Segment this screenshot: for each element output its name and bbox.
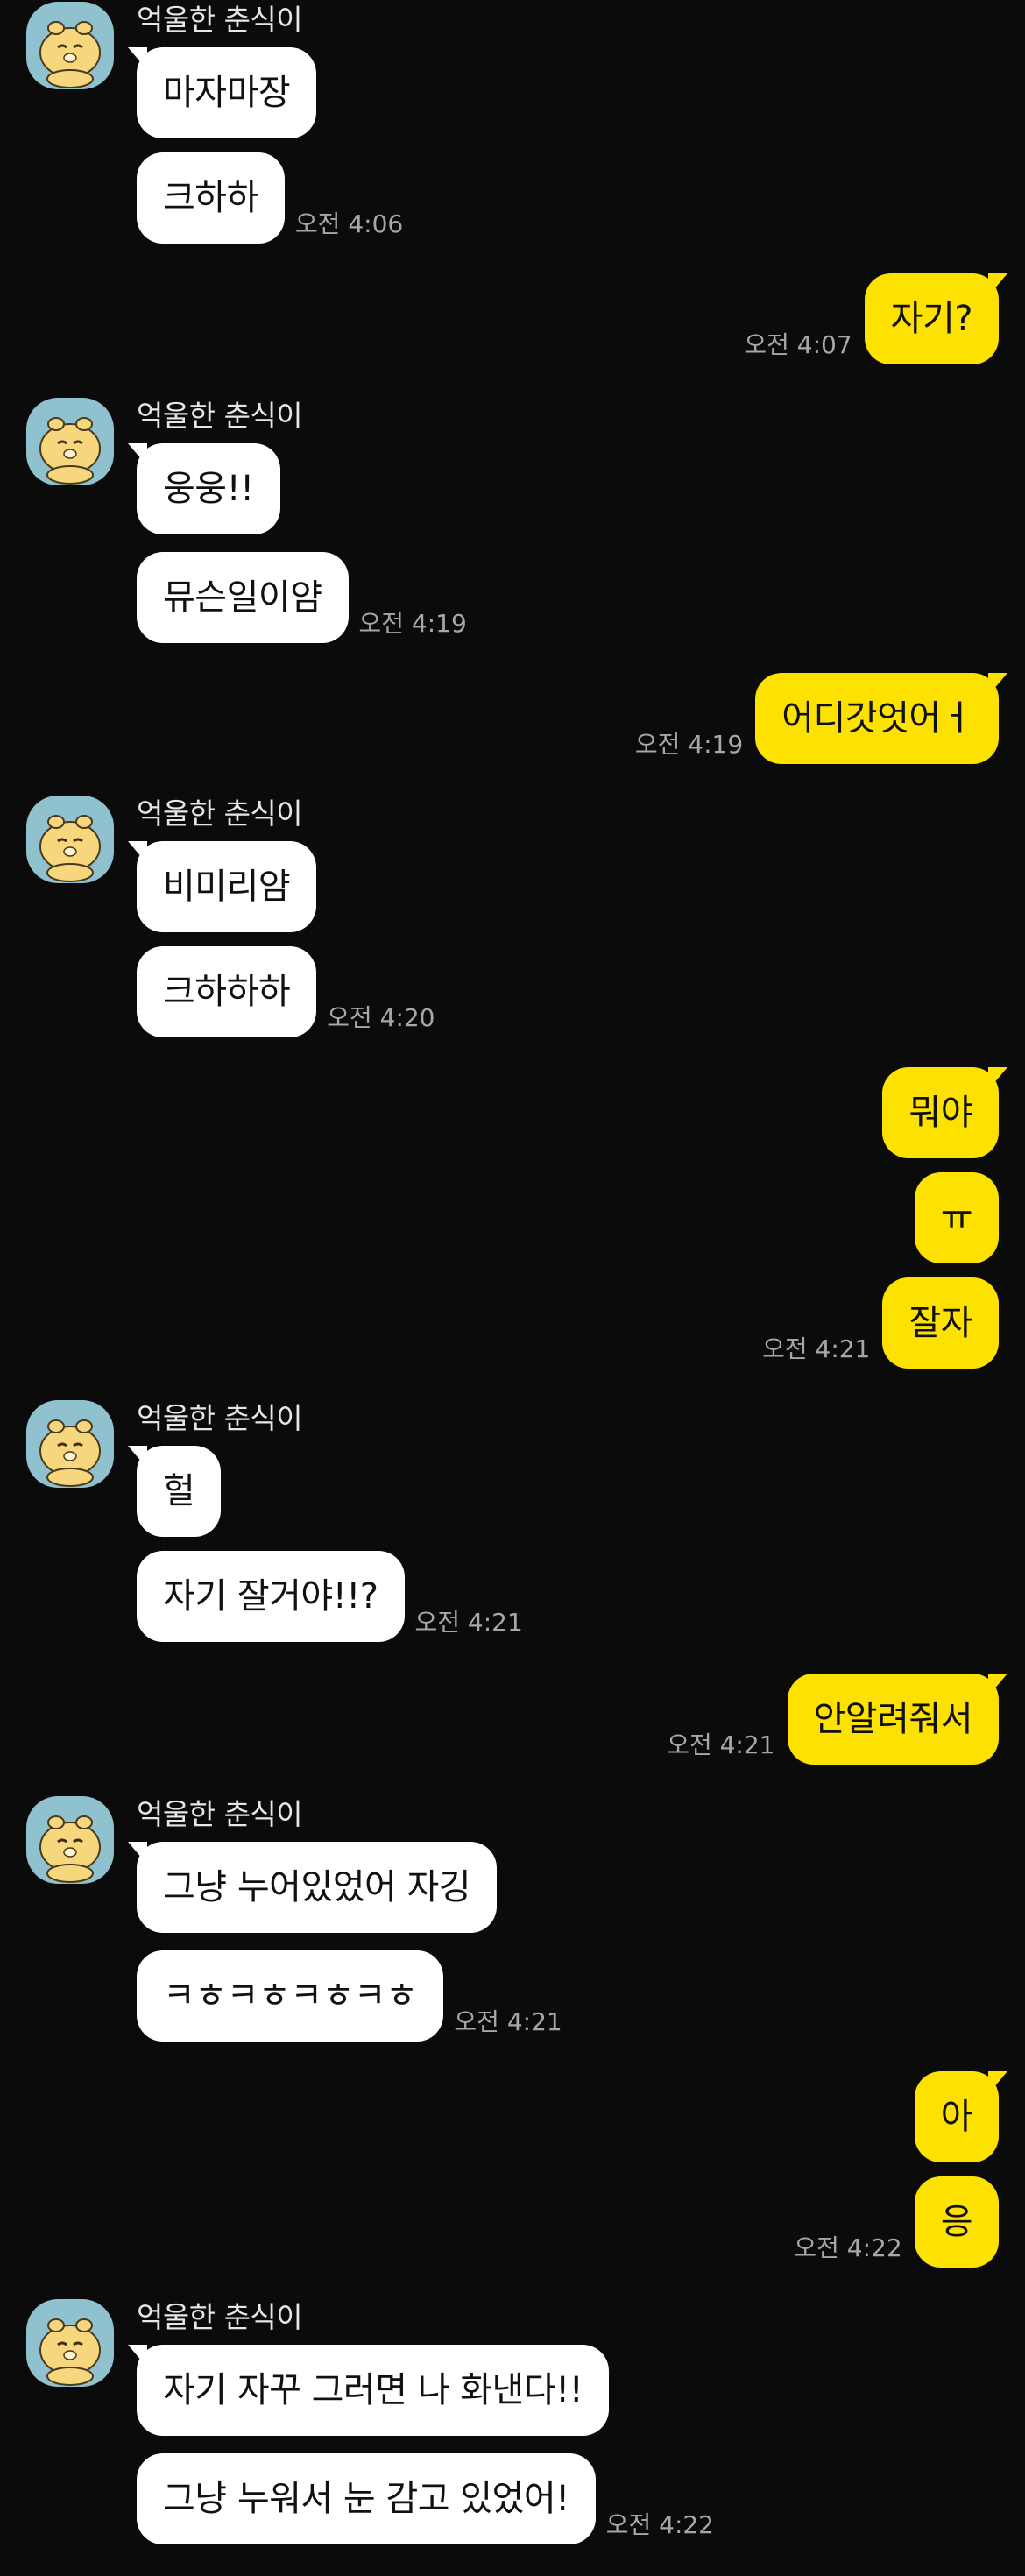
message-timestamp: 오전 4:20 <box>327 1003 435 1032</box>
incoming-bubble[interactable]: 헐 <box>127 1446 222 1537</box>
message-row: 웅웅!! <box>128 443 280 534</box>
incoming-bubble[interactable]: 그냥 누어있었어 자깅 <box>127 1842 498 1933</box>
incoming-bubble[interactable]: 자기 자꾸 그러면 나 화낸다!! <box>127 2345 610 2436</box>
outgoing-bubble[interactable]: 자기? <box>864 273 1008 364</box>
sender-name: 억울한 춘식이 <box>137 1401 303 1435</box>
message-row: 아 <box>914 2071 1008 2162</box>
outgoing-bubble[interactable]: 잘자 <box>882 1277 999 1369</box>
message-timestamp: 오전 4:19 <box>634 730 744 759</box>
message-timestamp: 오전 4:21 <box>414 1608 523 1637</box>
outgoing-bubble[interactable]: 아 <box>914 2071 1008 2162</box>
profile-avatar[interactable] <box>26 1400 114 1488</box>
incoming-bubble[interactable]: 그냥 누워서 눈 감고 있었어! <box>137 2453 596 2544</box>
sender-name: 억울한 춘식이 <box>137 1797 303 1831</box>
message-timestamp: 오전 4:06 <box>294 209 404 238</box>
message-timestamp: 오전 4:22 <box>794 2233 902 2262</box>
incoming-bubble[interactable]: 비미리얌 <box>127 841 317 932</box>
message-row: 뮤슨일이얌 오전 4:19 <box>137 552 467 643</box>
message-row: 크하하 오전 4:06 <box>137 152 403 244</box>
chunsik-avatar-icon <box>39 1815 101 1883</box>
incoming-bubble[interactable]: 뮤슨일이얌 <box>137 552 349 643</box>
incoming-bubble[interactable]: 마자마장 <box>127 47 317 138</box>
message-timestamp: 오전 4:21 <box>762 1334 871 1363</box>
sender-name: 억울한 춘식이 <box>137 796 303 831</box>
message-timestamp: 오전 4:19 <box>358 609 467 638</box>
sender-name: 억울한 춘식이 <box>137 399 303 433</box>
message-row: 오전 4:07 자기? <box>744 273 1008 364</box>
profile-avatar[interactable] <box>26 2 114 89</box>
message-row: 오전 4:22 응 <box>794 2176 999 2268</box>
message-row: 헐 <box>127 1446 222 1537</box>
message-row: 크하하하 오전 4:20 <box>137 946 435 1037</box>
profile-avatar[interactable] <box>26 398 114 485</box>
message-row: 그냥 누워서 눈 감고 있었어! 오전 4:22 <box>137 2453 714 2544</box>
profile-avatar[interactable] <box>26 796 114 883</box>
message-timestamp: 오전 4:07 <box>744 330 852 359</box>
chunsik-avatar-icon <box>39 2318 101 2386</box>
message-timestamp: 오전 4:21 <box>454 2007 562 2036</box>
message-row: 오전 4:21 잘자 <box>762 1277 999 1369</box>
profile-avatar[interactable] <box>26 1796 114 1884</box>
message-timestamp: 오전 4:21 <box>667 1730 775 1759</box>
sender-name: 억울한 춘식이 <box>137 2300 303 2334</box>
message-row: 자기 잘거야!!? 오전 4:21 <box>137 1551 523 1642</box>
incoming-bubble[interactable]: 웅웅!! <box>128 443 280 534</box>
message-row: ㅠ <box>914 1172 999 1263</box>
outgoing-bubble[interactable]: 안알려줘서 <box>787 1674 1007 1765</box>
message-row: 비미리얌 <box>127 841 317 932</box>
outgoing-bubble[interactable]: 어디갓엇어ㅓ <box>755 673 1007 764</box>
message-row: 뭐야 <box>882 1067 1007 1158</box>
message-row: 그냥 누어있었어 자깅 <box>127 1842 498 1933</box>
outgoing-bubble[interactable]: 뭐야 <box>882 1067 1007 1158</box>
incoming-bubble[interactable]: 자기 잘거야!!? <box>137 1551 405 1642</box>
message-row: 자기 자꾸 그러면 나 화낸다!! <box>127 2345 610 2436</box>
message-row: 오전 4:21 안알려줘서 <box>667 1674 1007 1765</box>
profile-avatar[interactable] <box>26 2299 114 2387</box>
message-row: ㅋㅎㅋㅎㅋㅎㅋㅎ 오전 4:21 <box>137 1950 562 2042</box>
chunsik-avatar-icon <box>39 21 101 88</box>
incoming-bubble[interactable]: ㅋㅎㅋㅎㅋㅎㅋㅎ <box>137 1950 444 2042</box>
message-timestamp: 오전 4:22 <box>605 2510 715 2539</box>
chat-thread[interactable]: 억울한 춘식이 마자마장 크하하 오전 4:06 오전 4:07 자기? 억울한… <box>0 0 1025 2576</box>
chunsik-avatar-icon <box>39 815 101 882</box>
message-row: 오전 4:19 어디갓엇어ㅓ <box>635 673 1007 764</box>
incoming-bubble[interactable]: 크하하 <box>137 152 285 244</box>
message-row: 마자마장 <box>127 47 317 138</box>
sender-name: 억울한 춘식이 <box>137 3 303 37</box>
chunsik-avatar-icon <box>39 1419 101 1487</box>
incoming-bubble[interactable]: 크하하하 <box>137 946 317 1037</box>
outgoing-bubble[interactable]: 응 <box>914 2176 999 2268</box>
chunsik-avatar-icon <box>39 417 101 485</box>
outgoing-bubble[interactable]: ㅠ <box>914 1172 999 1263</box>
